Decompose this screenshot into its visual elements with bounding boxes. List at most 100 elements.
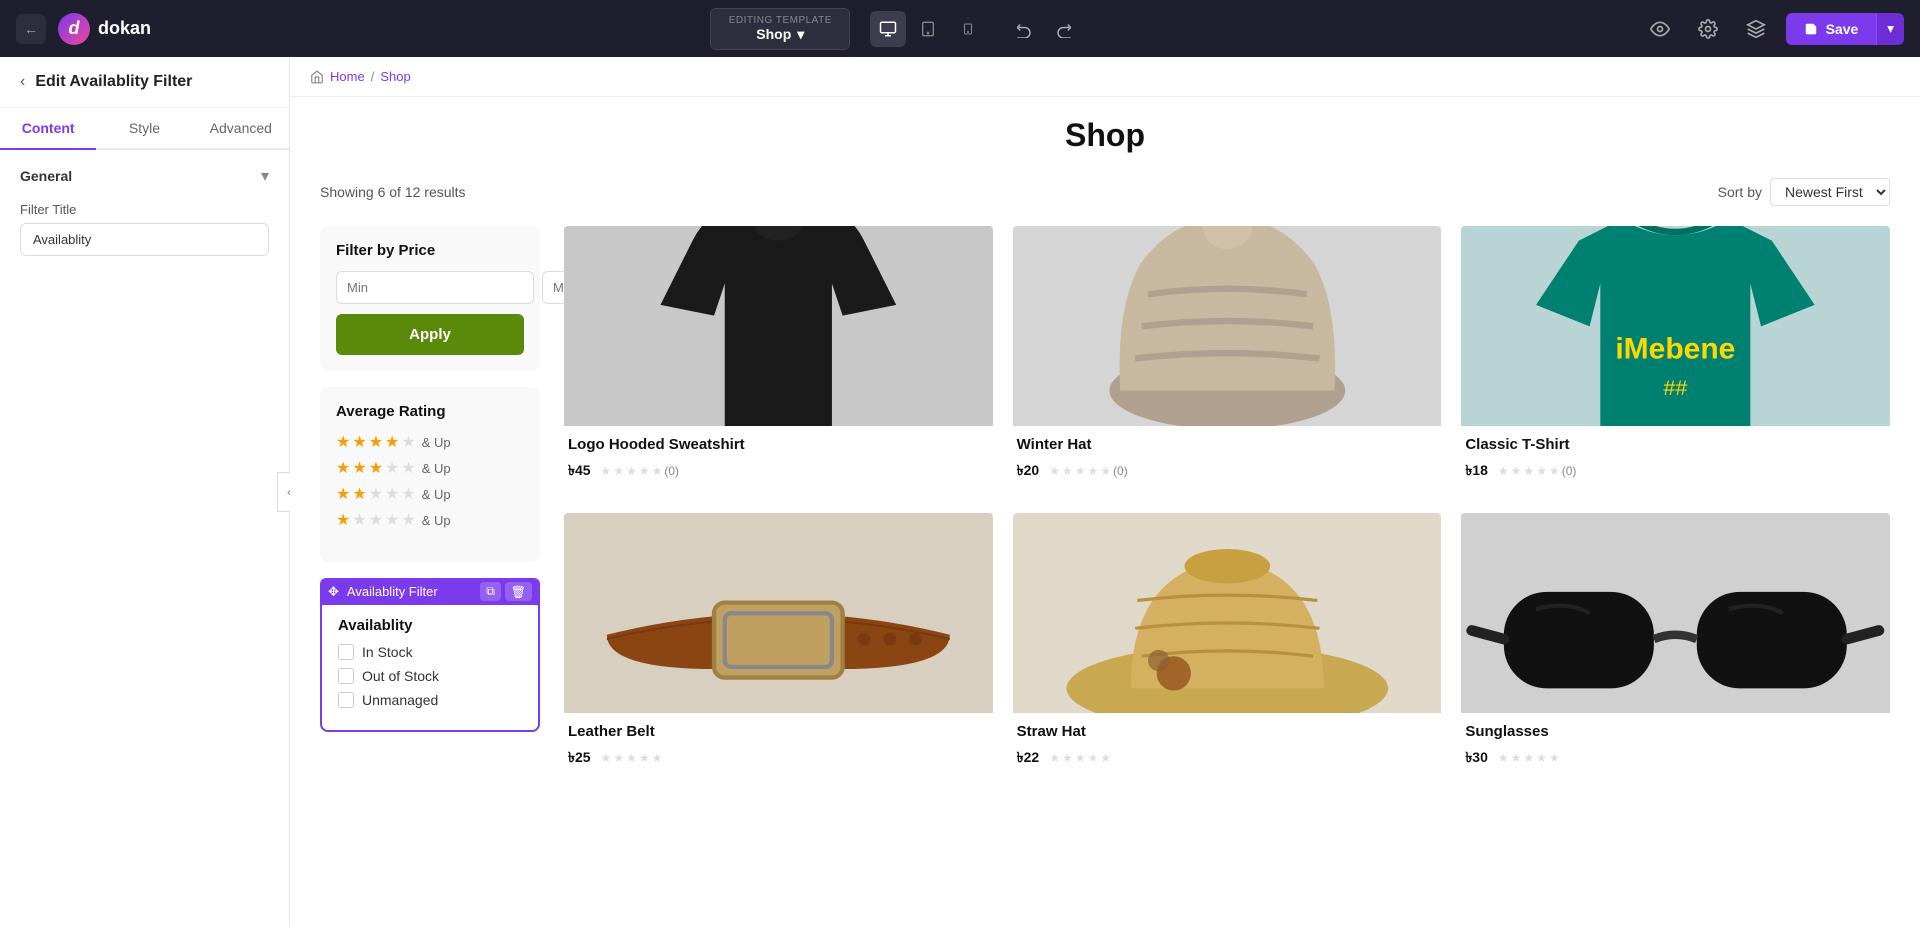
breadcrumb-home[interactable]: Home bbox=[330, 69, 365, 84]
product-name-hoodie: Logo Hooded Sweatshirt bbox=[568, 436, 989, 453]
product-card-hoodie: Logo Hooded Sweatshirt ৳45 ★ ★ ★ ★ bbox=[564, 226, 993, 493]
check-item-unmanaged[interactable]: Unmanaged bbox=[338, 692, 522, 708]
product-price-row-straw: ৳22 ★ ★ ★ ★ ★ bbox=[1017, 746, 1438, 770]
product-price-straw: ৳22 bbox=[1017, 746, 1040, 770]
sort-select[interactable]: Newest First bbox=[1770, 178, 1890, 206]
tablet-device-button[interactable] bbox=[910, 11, 946, 47]
tab-advanced[interactable]: Advanced bbox=[193, 108, 289, 150]
topbar: ← d dokan EDITING TEMPLATE Shop bbox=[0, 0, 1920, 57]
hat-svg bbox=[1013, 226, 1442, 426]
belt-svg bbox=[564, 513, 993, 713]
sunglasses-svg bbox=[1461, 513, 1890, 713]
check-label-unmanaged: Unmanaged bbox=[362, 692, 438, 708]
star-empty: ★ bbox=[401, 510, 415, 530]
apply-button[interactable]: Apply bbox=[336, 314, 524, 355]
filter-title-label: Filter Title bbox=[20, 202, 269, 217]
star-filled: ★ bbox=[336, 458, 350, 478]
desktop-device-button[interactable] bbox=[870, 11, 906, 47]
products-row-1: Logo Hooded Sweatshirt ৳45 ★ ★ ★ ★ bbox=[564, 226, 1890, 493]
preview-button[interactable] bbox=[1642, 11, 1678, 47]
topbar-right: Save ▾ bbox=[1642, 11, 1904, 47]
availability-filter-label: Availablity Filter bbox=[347, 584, 438, 599]
price-min-input[interactable] bbox=[336, 271, 534, 304]
tab-style[interactable]: Style bbox=[96, 108, 192, 150]
tab-content[interactable]: Content bbox=[0, 108, 96, 150]
filter-title-input[interactable] bbox=[20, 223, 269, 256]
rating-row-1[interactable]: ★ ★ ★ ★ ★ & Up bbox=[336, 510, 524, 530]
sidebar-filters: Filter by Price Apply Average Rating bbox=[320, 226, 540, 800]
dokan-letter: d bbox=[69, 18, 80, 39]
product-rating-straw: ★ ★ ★ ★ ★ bbox=[1049, 751, 1111, 765]
shop-toolbar: Showing 6 of 12 results Sort by Newest F… bbox=[320, 178, 1890, 206]
chevron-down-icon bbox=[797, 26, 804, 43]
product-image-straw bbox=[1013, 513, 1442, 713]
layers-button[interactable] bbox=[1738, 11, 1774, 47]
dokan-wordmark: dokan bbox=[98, 18, 151, 39]
rating-row-3[interactable]: ★ ★ ★ ★ ★ & Up bbox=[336, 458, 524, 478]
product-image-hoodie bbox=[564, 226, 993, 426]
checkbox-unmanaged[interactable] bbox=[338, 692, 354, 708]
stars-2: ★ ★ ★ ★ ★ bbox=[336, 484, 416, 504]
monitor-icon bbox=[879, 20, 897, 38]
product-card-straw: Straw Hat ৳22 ★ ★ ★ ★ ★ bbox=[1013, 513, 1442, 780]
layers-icon bbox=[1746, 19, 1766, 39]
save-dropdown-button[interactable]: ▾ bbox=[1876, 13, 1904, 45]
star-empty: ★ bbox=[385, 458, 399, 478]
delete-filter-button[interactable]: 🗑 bbox=[505, 582, 532, 601]
settings-button[interactable] bbox=[1690, 11, 1726, 47]
rating-label-4: & Up bbox=[422, 435, 451, 450]
product-price-row-sunglasses: ৳30 ★ ★ ★ ★ ★ bbox=[1465, 746, 1886, 770]
filter-title-row: Filter Title bbox=[20, 202, 269, 256]
rating-row-2[interactable]: ★ ★ ★ ★ ★ & Up bbox=[336, 484, 524, 504]
product-card-tshirt: iMebene ## Classic T-Shirt ৳18 bbox=[1461, 226, 1890, 493]
check-item-outofstock[interactable]: Out of Stock bbox=[338, 668, 522, 684]
check-item-instock[interactable]: In Stock bbox=[338, 644, 522, 660]
mobile-icon bbox=[962, 20, 974, 38]
save-button[interactable]: Save bbox=[1786, 13, 1877, 45]
checkbox-instock[interactable] bbox=[338, 644, 354, 660]
undo-button[interactable] bbox=[1006, 11, 1042, 47]
product-price-row-belt: ৳25 ★ ★ ★ ★ ★ bbox=[568, 746, 989, 770]
eye-icon bbox=[1650, 19, 1670, 39]
product-price-row-hat: ৳20 ★ ★ ★ ★ ★ (0) bbox=[1017, 459, 1438, 483]
dokan-logo: d dokan bbox=[58, 13, 151, 45]
stars-3: ★ ★ ★ ★ ★ bbox=[336, 458, 416, 478]
save-icon bbox=[1804, 22, 1818, 36]
general-section-header: General ▾ bbox=[20, 166, 269, 186]
filter-price-title: Filter by Price bbox=[336, 242, 524, 259]
back-button[interactable]: ← bbox=[16, 14, 46, 44]
star-empty: ★ bbox=[401, 458, 415, 478]
panel-back-button[interactable]: ‹ bbox=[20, 73, 25, 91]
product-info-sunglasses: Sunglasses ৳30 ★ ★ ★ ★ ★ bbox=[1461, 713, 1890, 780]
product-rating-tshirt: ★ ★ ★ ★ ★ (0) bbox=[1498, 464, 1577, 478]
breadcrumb: Home / Shop bbox=[290, 57, 1920, 97]
product-price-tshirt: ৳18 bbox=[1465, 459, 1488, 483]
product-card-belt: Leather Belt ৳25 ★ ★ ★ ★ ★ bbox=[564, 513, 993, 780]
panel-body: General ▾ Filter Title bbox=[0, 150, 289, 927]
shop-title: Shop bbox=[320, 117, 1890, 154]
breadcrumb-shop[interactable]: Shop bbox=[380, 69, 410, 84]
star-empty: ★ bbox=[369, 484, 383, 504]
product-price-row-hoodie: ৳45 ★ ★ ★ ★ ★ (0) bbox=[568, 459, 989, 483]
hoodie-svg bbox=[564, 226, 993, 426]
breadcrumb-separator: / bbox=[371, 69, 375, 84]
rating-label-3: & Up bbox=[422, 461, 451, 476]
products-row-2: Leather Belt ৳25 ★ ★ ★ ★ ★ bbox=[564, 513, 1890, 780]
mobile-device-button[interactable] bbox=[950, 11, 986, 47]
tablet-icon bbox=[920, 20, 936, 38]
products-grid: Logo Hooded Sweatshirt ৳45 ★ ★ ★ ★ bbox=[564, 226, 1890, 800]
availability-title: Availablity bbox=[338, 617, 522, 634]
product-info-straw: Straw Hat ৳22 ★ ★ ★ ★ ★ bbox=[1013, 713, 1442, 780]
redo-button[interactable] bbox=[1046, 11, 1082, 47]
rating-row-4[interactable]: ★ ★ ★ ★ ★ & Up bbox=[336, 432, 524, 452]
editing-template-label: EDITING TEMPLATE bbox=[729, 15, 832, 26]
editing-template-button[interactable]: EDITING TEMPLATE Shop bbox=[710, 8, 850, 50]
general-section-toggle[interactable]: ▾ bbox=[261, 166, 269, 186]
clone-filter-button[interactable]: ⧉ bbox=[480, 582, 501, 601]
star-filled: ★ bbox=[336, 484, 350, 504]
checkbox-outofstock[interactable] bbox=[338, 668, 354, 684]
product-price-belt: ৳25 bbox=[568, 746, 591, 770]
star-filled: ★ bbox=[385, 432, 399, 452]
star-empty: ★ bbox=[401, 432, 415, 452]
panel-header: ‹ Edit Availablity Filter bbox=[0, 57, 289, 108]
